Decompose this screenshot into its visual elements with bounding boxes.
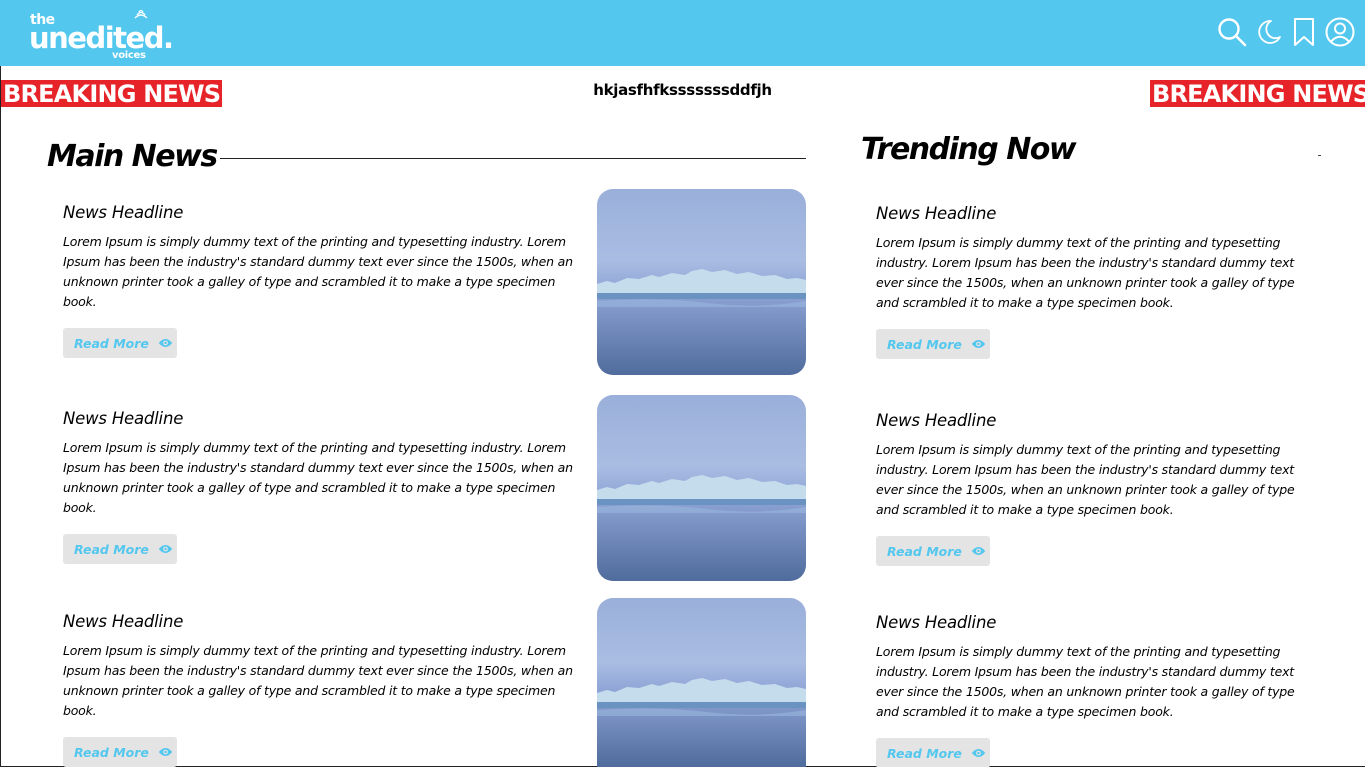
- logo-unedited: unedited.: [29, 21, 174, 55]
- main-news-divider: [220, 158, 806, 159]
- read-more-button[interactable]: Read More: [876, 738, 990, 767]
- user-icon[interactable]: [1324, 16, 1356, 48]
- article-body: Lorem Ipsum is simply dummy text of the …: [876, 644, 1295, 719]
- breaking-news-badge-right: BREAKING NEWS: [1150, 80, 1365, 107]
- article-headline[interactable]: News Headline: [876, 204, 1316, 224]
- bookmark-icon[interactable]: [1288, 16, 1320, 48]
- article-body: Lorem Ipsum is simply dummy text of the …: [63, 643, 573, 718]
- trending-article: News Headline Lorem Ipsum is simply dumm…: [876, 613, 1316, 767]
- eye-icon: [158, 544, 173, 554]
- read-more-button[interactable]: Read More: [63, 534, 177, 564]
- article-headline[interactable]: News Headline: [876, 411, 1316, 431]
- read-more-label: Read More: [74, 744, 149, 760]
- eye-icon: [971, 546, 986, 556]
- read-more-label: Read More: [74, 541, 149, 557]
- moon-icon[interactable]: [1252, 16, 1284, 48]
- eye-icon: [158, 338, 173, 348]
- article-headline[interactable]: News Headline: [63, 203, 575, 223]
- breaking-news-ticker[interactable]: hkjasfhfksssssssddfjh: [560, 80, 805, 100]
- eye-icon: [158, 747, 173, 757]
- article-headline[interactable]: News Headline: [63, 612, 575, 632]
- signal-waves-icon: [134, 9, 148, 19]
- news-thumbnail-image[interactable]: [597, 598, 806, 767]
- article-headline[interactable]: News Headline: [876, 613, 1316, 633]
- read-more-label: Read More: [887, 745, 962, 761]
- logo-voices: voices: [112, 50, 146, 61]
- main-news-title: Main News: [47, 139, 218, 174]
- search-icon[interactable]: [1216, 16, 1248, 48]
- read-more-label: Read More: [887, 543, 962, 559]
- news-thumbnail-image[interactable]: [597, 189, 806, 375]
- news-thumbnail-image[interactable]: [597, 395, 806, 581]
- article-headline[interactable]: News Headline: [63, 409, 575, 429]
- article-body: Lorem Ipsum is simply dummy text of the …: [63, 440, 573, 515]
- main-news-article: News Headline Lorem Ipsum is simply dumm…: [63, 612, 575, 767]
- article-body: Lorem Ipsum is simply dummy text of the …: [63, 234, 573, 309]
- read-more-label: Read More: [887, 336, 962, 352]
- main-news-article: News Headline Lorem Ipsum is simply dumm…: [63, 409, 575, 564]
- main-news-article: News Headline Lorem Ipsum is simply dumm…: [63, 203, 575, 358]
- eye-icon: [971, 339, 986, 349]
- read-more-button[interactable]: Read More: [63, 328, 177, 358]
- site-logo[interactable]: the unedited. voices: [29, 8, 174, 64]
- read-more-button[interactable]: Read More: [876, 329, 990, 359]
- read-more-label: Read More: [74, 335, 149, 351]
- trending-now-title: Trending Now: [861, 132, 1077, 167]
- decorative-dot: [1318, 155, 1321, 156]
- top-navbar: the unedited. voices: [0, 0, 1365, 66]
- article-body: Lorem Ipsum is simply dummy text of the …: [876, 442, 1295, 517]
- breaking-news-badge-left: BREAKING NEWS: [1, 80, 223, 107]
- trending-article: News Headline Lorem Ipsum is simply dumm…: [876, 411, 1316, 566]
- eye-icon: [971, 748, 986, 758]
- read-more-button[interactable]: Read More: [876, 536, 990, 566]
- trending-article: News Headline Lorem Ipsum is simply dumm…: [876, 204, 1316, 359]
- article-body: Lorem Ipsum is simply dummy text of the …: [876, 235, 1295, 310]
- read-more-button[interactable]: Read More: [63, 737, 177, 767]
